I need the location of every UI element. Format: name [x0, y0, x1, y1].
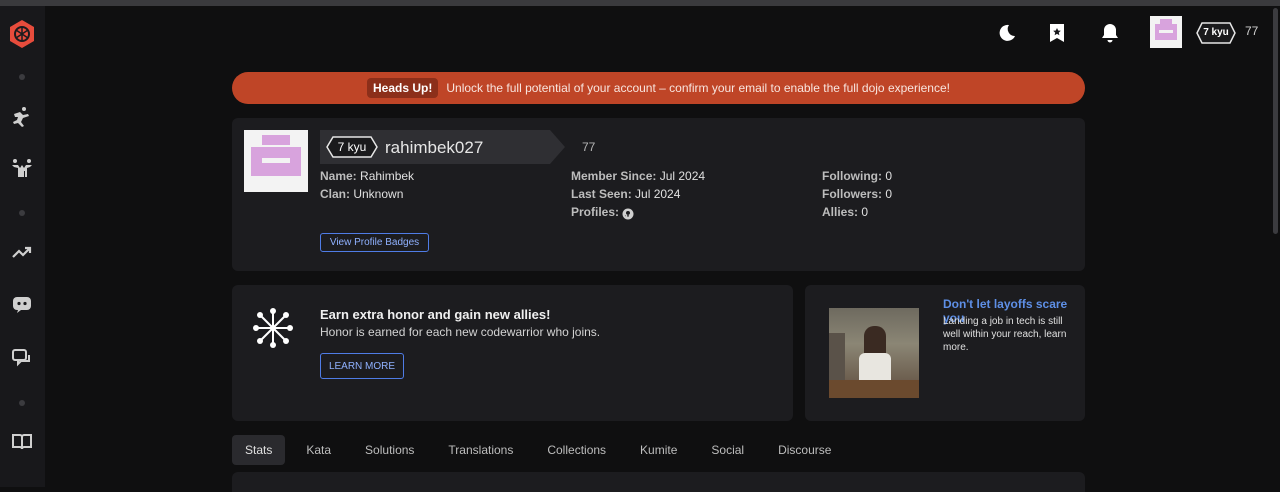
profile-honor: 77	[582, 140, 596, 154]
ad-card[interactable]: Don't let layoffs scare you Landing a jo…	[805, 285, 1085, 421]
stats-panel	[232, 472, 1085, 492]
followers-label: Followers:	[822, 187, 883, 201]
window-top-edge	[0, 0, 1280, 6]
tab-stats[interactable]: Stats	[232, 435, 286, 465]
honor-promo-title: Earn extra honor and gain new allies!	[320, 307, 551, 322]
profile-avatar	[244, 130, 308, 192]
honor-count-header: 77	[1245, 24, 1259, 38]
allies-value: 0	[861, 205, 869, 219]
following-value: 0	[885, 169, 893, 183]
bell-icon[interactable]	[1099, 22, 1121, 44]
page-scrollbar[interactable]	[1273, 8, 1278, 234]
view-profile-badges-button[interactable]: View Profile Badges	[320, 233, 429, 252]
rank-badge: 7 kyu	[326, 136, 378, 158]
rank-label: 7 kyu	[1203, 27, 1229, 38]
docs-book-icon[interactable]	[10, 430, 34, 454]
sidebar	[0, 6, 45, 487]
training-icon[interactable]	[10, 104, 34, 128]
ad-text: Landing a job in tech is still well with…	[943, 316, 1067, 353]
moon-icon[interactable]	[995, 22, 1017, 44]
github-icon[interactable]	[622, 207, 634, 220]
tab-kumite[interactable]: Kumite	[627, 435, 690, 465]
name-value: Rahimbek	[360, 169, 415, 183]
profile-info-column-2: Member Since: Jul 2024 Last Seen: Jul 20…	[571, 167, 705, 221]
member-since-label: Member Since:	[571, 169, 657, 183]
tab-discourse[interactable]: Discourse	[765, 435, 844, 465]
allies-label: Allies:	[822, 205, 859, 219]
name-label: Name:	[320, 169, 357, 183]
honor-promo-card: Earn extra honor and gain new allies! Ho…	[232, 285, 793, 421]
followers-value: 0	[885, 187, 893, 201]
honor-promo-subtitle: Honor is earned for each new codewarrior…	[320, 325, 601, 339]
tab-translations[interactable]: Translations	[435, 435, 526, 465]
tab-kata[interactable]: Kata	[293, 435, 344, 465]
chat-icon[interactable]	[10, 346, 34, 370]
bookmark-icon[interactable]	[1046, 22, 1068, 44]
last-seen-label: Last Seen:	[571, 187, 632, 201]
following-label: Following:	[822, 169, 882, 183]
rank-label: 7 kyu	[337, 140, 367, 154]
banner-message: Unlock the full potential of your accoun…	[446, 81, 950, 95]
codewars-logo-icon[interactable]	[7, 19, 37, 49]
sidebar-divider-dot	[19, 400, 25, 406]
banner-label: Heads Up!	[367, 78, 439, 98]
user-avatar[interactable]	[1150, 16, 1182, 48]
email-confirm-banner[interactable]: Heads Up! Unlock the full potential of y…	[232, 72, 1085, 104]
profile-card: 7 kyu rahimbek027 77 Name: Rahimbek Clan…	[232, 118, 1085, 271]
tab-social[interactable]: Social	[698, 435, 757, 465]
rank-badge-header: 7 kyu	[1196, 22, 1236, 44]
member-since-value: Jul 2024	[659, 169, 706, 183]
learn-more-button[interactable]: LEARN MORE	[320, 353, 404, 379]
clan-label: Clan:	[320, 187, 350, 201]
profile-tabs: Stats Kata Solutions Translations Collec…	[232, 435, 852, 465]
profile-info-column-3: Following: 0 Followers: 0 Allies: 0	[822, 167, 892, 221]
ad-photo	[829, 308, 919, 398]
network-icon	[252, 307, 294, 349]
sidebar-divider-dot	[19, 74, 25, 80]
last-seen-value: Jul 2024	[635, 187, 681, 201]
profile-name-bar: 7 kyu rahimbek027	[320, 130, 565, 164]
tab-solutions[interactable]: Solutions	[352, 435, 427, 465]
clan-value: Unknown	[353, 187, 404, 201]
profiles-label: Profiles:	[571, 205, 620, 219]
kumite-icon[interactable]	[10, 156, 34, 180]
leaderboard-trend-icon[interactable]	[10, 240, 34, 264]
profile-info-column-1: Name: Rahimbek Clan: Unknown	[320, 167, 414, 203]
profile-username: rahimbek027	[385, 138, 484, 157]
tab-collections[interactable]: Collections	[534, 435, 619, 465]
sidebar-divider-dot	[19, 210, 25, 216]
discord-icon[interactable]	[10, 292, 34, 316]
